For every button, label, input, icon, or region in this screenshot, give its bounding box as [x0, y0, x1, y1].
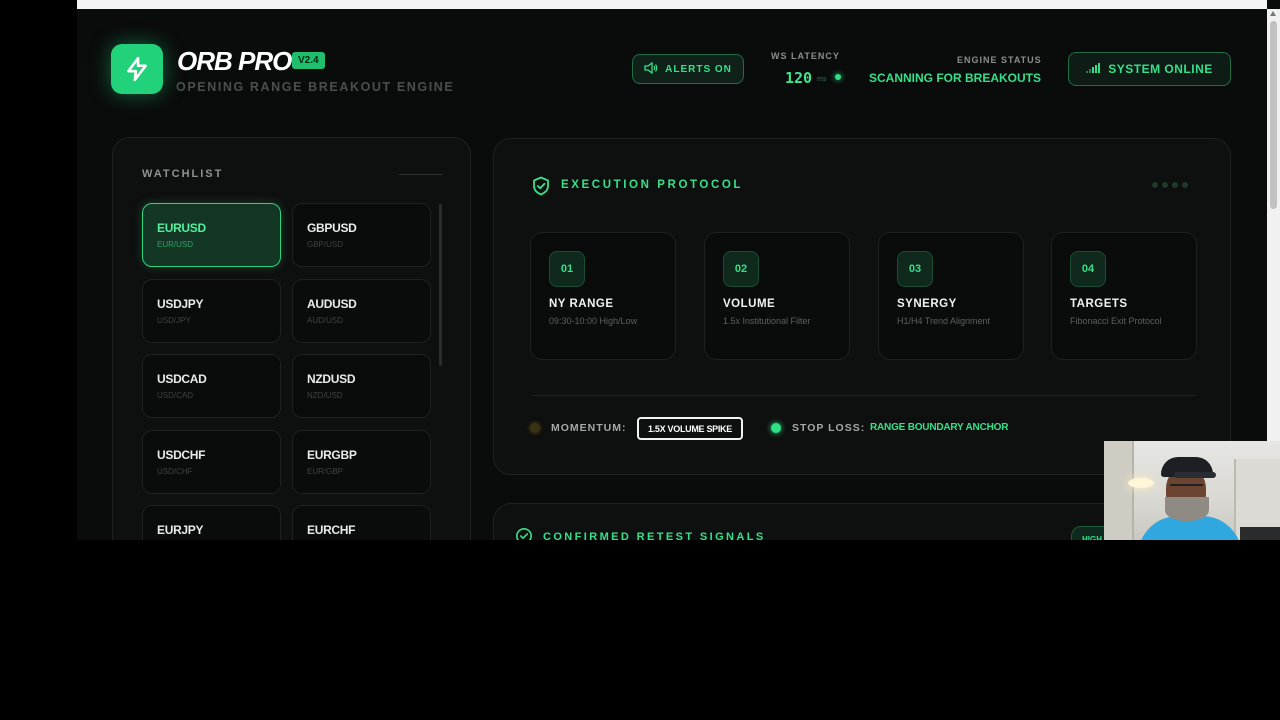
webcam-person-glasses [1170, 484, 1203, 492]
pair-symbol: GBPUSD [307, 221, 357, 235]
watchlist-item-eurjpy[interactable]: EURJPY [142, 505, 281, 540]
step-number: 02 [723, 251, 759, 287]
pair-symbol: AUDUSD [307, 297, 357, 311]
pair-symbol: USDJPY [157, 297, 204, 311]
stop-loss-label: STOP LOSS: [792, 422, 866, 434]
pair-symbol: NZDUSD [307, 372, 356, 386]
signal-bars-icon [1086, 62, 1101, 76]
protocol-step-volume: 02 VOLUME 1.5x Institutional Filter [704, 232, 850, 360]
webcam-person-beard [1165, 497, 1209, 521]
pair-subtitle: USD/JPY [157, 316, 191, 325]
momentum-indicator-dot [530, 423, 540, 433]
execution-protocol-panel: EXECUTION PROTOCOL 01 NY RANGE 09:30-10:… [493, 138, 1231, 475]
version-badge: V2.4 [292, 52, 325, 69]
step-description: 09:30-10:00 High/Low [549, 316, 638, 326]
pair-symbol: EURJPY [157, 523, 204, 537]
step-description: Fibonacci Exit Protocol [1070, 316, 1162, 326]
step-name: TARGETS [1070, 298, 1128, 310]
ws-latency-value: 120 [785, 69, 813, 87]
ws-latency-label: WS LATENCY [771, 51, 840, 61]
watchlist-item-usdjpy[interactable]: USDJPY USD/JPY [142, 279, 281, 343]
watchlist-scrollbar[interactable] [439, 204, 442, 366]
watchlist-divider [399, 174, 443, 175]
pair-symbol: EURCHF [307, 523, 356, 537]
pair-symbol: USDCAD [157, 372, 207, 386]
engine-status-value: SCANNING FOR BREAKOUTS [869, 71, 1042, 85]
stop-loss-value: RANGE BOUNDARY ANCHOR [870, 422, 1009, 433]
lightning-bolt-icon [111, 44, 163, 94]
step-name: SYNERGY [897, 298, 957, 310]
step-description: 1.5x Institutional Filter [723, 316, 811, 326]
step-number: 01 [549, 251, 585, 287]
step-number: 03 [897, 251, 933, 287]
momentum-label: MOMENTUM: [551, 422, 627, 434]
watchlist-item-audusd[interactable]: AUDUSD AUD/USD [292, 279, 431, 343]
pair-subtitle: USD/CHF [157, 467, 193, 476]
step-number: 04 [1070, 251, 1106, 287]
watchlist-item-eurgbp[interactable]: EURGBP EUR/GBP [292, 430, 431, 494]
webcam-cap-brim [1174, 472, 1216, 478]
protocol-step-synergy: 03 SYNERGY H1/H4 Trend Alignment [878, 232, 1024, 360]
watchlist-item-gbpusd[interactable]: GBPUSD GBP/USD [292, 203, 431, 267]
system-status-button[interactable]: SYSTEM ONLINE [1068, 52, 1231, 86]
watchlist-item-usdcad[interactable]: USDCAD USD/CAD [142, 354, 281, 418]
pair-subtitle: USD/CAD [157, 391, 194, 400]
browser-top-strip [77, 0, 1267, 9]
pair-subtitle: AUD/USD [307, 316, 344, 325]
pair-symbol: USDCHF [157, 448, 206, 462]
pair-symbol: EURGBP [307, 448, 357, 462]
scroll-up-arrow[interactable] [1270, 11, 1276, 16]
protocol-step-ny-range: 01 NY RANGE 09:30-10:00 High/Low [530, 232, 676, 360]
step-name: NY RANGE [549, 298, 614, 310]
watchlist-title: WATCHLIST [142, 168, 224, 180]
protocol-step-targets: 04 TARGETS Fibonacci Exit Protocol [1051, 232, 1197, 360]
watchlist-panel: WATCHLIST EURUSD EUR/USD GBPUSD GBP/USD … [112, 137, 471, 540]
scrollbar-thumb[interactable] [1270, 21, 1277, 209]
brand-subtitle: OPENING RANGE BREAKOUT ENGINE [176, 80, 455, 94]
app-window: ORB PRO V2.4 OPENING RANGE BREAKOUT ENGI… [77, 0, 1280, 540]
system-status-label: SYSTEM ONLINE [1108, 62, 1213, 76]
confirmed-retest-title: CONFIRMED RETEST SIGNALS [543, 531, 766, 540]
alerts-toggle-button[interactable]: ALERTS ON [632, 54, 744, 84]
webcam-background-door [1104, 441, 1134, 540]
brand-title: ORB PRO [177, 46, 292, 76]
latency-status-dot [835, 74, 841, 80]
pair-subtitle: NZD/USD [307, 391, 343, 400]
watchlist-item-eurchf[interactable]: EURCHF [292, 505, 431, 540]
pair-subtitle: EUR/USD [157, 240, 194, 249]
check-circle-icon [515, 527, 533, 540]
protocol-divider [531, 395, 1196, 396]
pair-subtitle: EUR/GBP [307, 467, 344, 476]
engine-status-label: ENGINE STATUS [957, 55, 1042, 65]
watchlist-item-eurusd[interactable]: EURUSD EUR/USD [142, 203, 281, 267]
pair-symbol: EURUSD [157, 221, 206, 235]
ws-latency-unit: ms [817, 76, 827, 83]
step-name: VOLUME [723, 298, 776, 310]
shield-check-icon [531, 176, 551, 201]
watchlist-item-nzdusd[interactable]: NZDUSD NZD/USD [292, 354, 431, 418]
webcam-overlay [1104, 441, 1280, 540]
webcam-ceiling-light [1128, 478, 1154, 488]
speaker-icon [644, 61, 658, 77]
momentum-badge: 1.5X VOLUME SPIKE [637, 417, 743, 440]
execution-protocol-title: EXECUTION PROTOCOL [561, 179, 744, 191]
alerts-label: ALERTS ON [665, 63, 732, 75]
step-description: H1/H4 Trend Alignment [897, 316, 991, 326]
webcam-chair [1240, 527, 1280, 540]
stop-loss-indicator-dot [771, 423, 781, 433]
watchlist-item-usdchf[interactable]: USDCHF USD/CHF [142, 430, 281, 494]
panel-menu-dots[interactable] [1152, 182, 1188, 188]
pair-subtitle: GBP/USD [307, 240, 344, 249]
